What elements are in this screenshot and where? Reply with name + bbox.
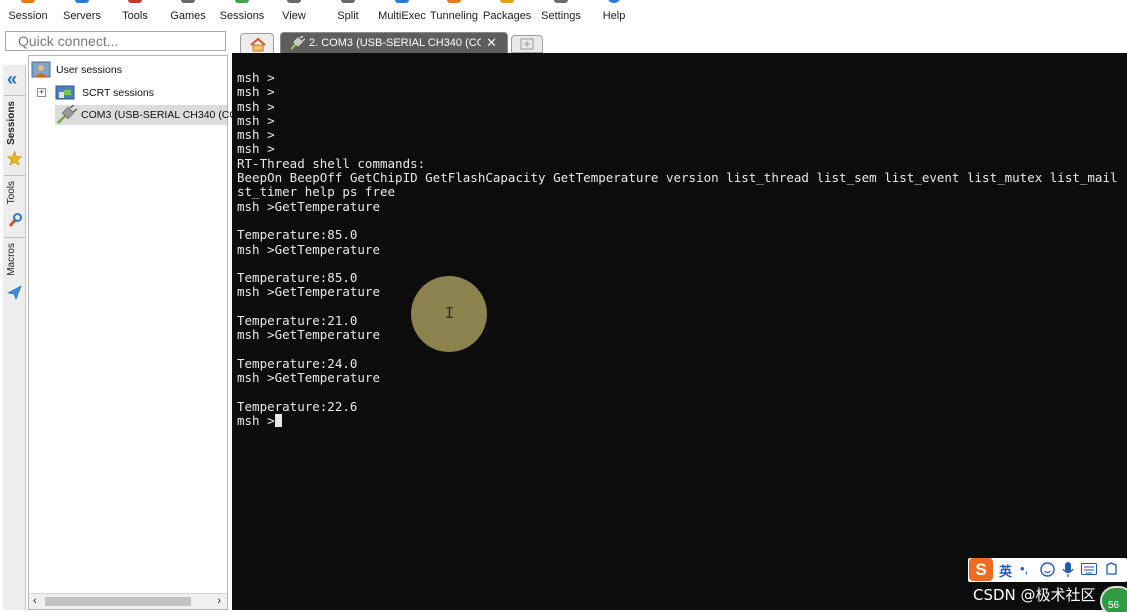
collapse-sidebar-icon[interactable]: « [7, 69, 17, 90]
session-tree-panel: User sessions + SCRT sessions COM3 (USB-… [28, 55, 237, 610]
multiexec-icon [395, 0, 409, 3]
skin-icon[interactable] [1104, 562, 1119, 577]
toolbar-settings-button[interactable]: Settings [537, 0, 585, 28]
new-tab-button[interactable] [511, 35, 543, 53]
side-tab-strip: « Sessions Tools Macros [3, 65, 26, 610]
macros-arrow-icon [7, 285, 22, 300]
tab-com3[interactable]: 2. COM3 (USB-SERIAL CH340 (CO ✕ [280, 32, 508, 53]
star-icon [7, 151, 22, 166]
help-icon [607, 0, 621, 3]
toolbar-packages-button[interactable]: Packages [483, 0, 531, 28]
tree-root-user-sessions[interactable]: User sessions [31, 60, 226, 80]
toolbar-split-button[interactable]: Split [326, 0, 370, 28]
divider [4, 175, 25, 176]
csdn-watermark: CSDN @极术社区 [973, 586, 1096, 604]
divider [4, 95, 25, 96]
notification-badge: 56 [1100, 586, 1127, 612]
home-icon [250, 37, 266, 52]
main-toolbar: Session Servers Tools Games Sessions Vie… [0, 0, 1127, 28]
terminal-lines: msh > msh > msh > msh > msh > msh > RT-T… [237, 70, 1118, 414]
scroll-left-icon[interactable]: ‹ [33, 595, 37, 607]
packages-icon [500, 0, 514, 3]
emoji-icon[interactable] [1040, 562, 1055, 577]
terminal-prompt: msh > [237, 413, 275, 429]
tab-home[interactable] [240, 33, 274, 53]
tree-item-com3[interactable]: COM3 (USB-SERIAL CH340 (CC [55, 105, 237, 125]
tab-com3-label: 2. COM3 (USB-SERIAL CH340 (CO [309, 37, 481, 49]
mouse-highlight: I [411, 276, 487, 352]
microphone-icon[interactable] [1062, 561, 1074, 578]
tools-icon [128, 0, 142, 3]
terminal-output: msh > msh > msh > msh > msh > msh > RT-T… [237, 70, 1118, 429]
tools-wrench-icon [8, 213, 22, 227]
toolbar-tools-button[interactable]: Tools [112, 0, 158, 28]
close-tab-icon[interactable]: ✕ [486, 35, 497, 51]
toolbar-help-button[interactable]: Help [595, 0, 633, 28]
keyboard-icon[interactable] [1081, 563, 1097, 575]
terminal-cursor [274, 414, 282, 428]
sogou-logo-icon[interactable]: S [969, 558, 993, 581]
tree-item-scrt-sessions[interactable]: + SCRT sessions [37, 83, 227, 103]
tab-bar: 2. COM3 (USB-SERIAL CH340 (CO ✕ [232, 31, 1127, 53]
ime-language[interactable]: 英 [999, 561, 1012, 580]
toolbar-session-button[interactable]: Session [4, 0, 52, 28]
side-tab-tools[interactable]: Tools [3, 179, 25, 233]
tunneling-icon [447, 0, 461, 3]
session-icon [21, 0, 35, 3]
scroll-right-icon[interactable]: › [217, 595, 221, 607]
settings-icon [554, 0, 568, 3]
text-cursor-icon: I [445, 304, 455, 322]
games-icon [181, 0, 195, 3]
sessions-icon [235, 0, 249, 3]
quick-connect-input[interactable]: Quick connect... [5, 31, 226, 51]
expand-icon[interactable]: + [37, 88, 46, 97]
view-icon [287, 0, 301, 3]
toolbar-multiexec-button[interactable]: MultiExec [375, 0, 429, 28]
servers-icon [75, 0, 89, 3]
serial-plug-icon [290, 36, 305, 50]
divider [4, 237, 25, 238]
toolbar-games-button[interactable]: Games [164, 0, 212, 28]
horizontal-scrollbar[interactable]: ‹ › [29, 593, 227, 609]
ime-punctuation[interactable]: •, [1020, 561, 1028, 576]
side-tab-macros[interactable]: Macros [3, 241, 25, 307]
toolbar-view-button[interactable]: View [272, 0, 316, 28]
side-tab-sessions[interactable]: Sessions [3, 99, 25, 166]
terminal-view[interactable]: msh > msh > msh > msh > msh > msh > RT-T… [232, 53, 1127, 610]
toolbar-tunneling-button[interactable]: Tunneling [430, 0, 478, 28]
toolbar-servers-button[interactable]: Servers [58, 0, 106, 28]
new-tab-icon [520, 38, 534, 50]
scrollbar-thumb[interactable] [45, 597, 191, 606]
serial-plug-icon [57, 105, 77, 124]
user-sessions-icon [31, 61, 51, 78]
toolbar-sessions-button[interactable]: Sessions [218, 0, 266, 28]
ime-toolbar: S 英 •, [968, 558, 1127, 582]
folder-icon [55, 85, 75, 100]
split-icon [341, 0, 355, 3]
